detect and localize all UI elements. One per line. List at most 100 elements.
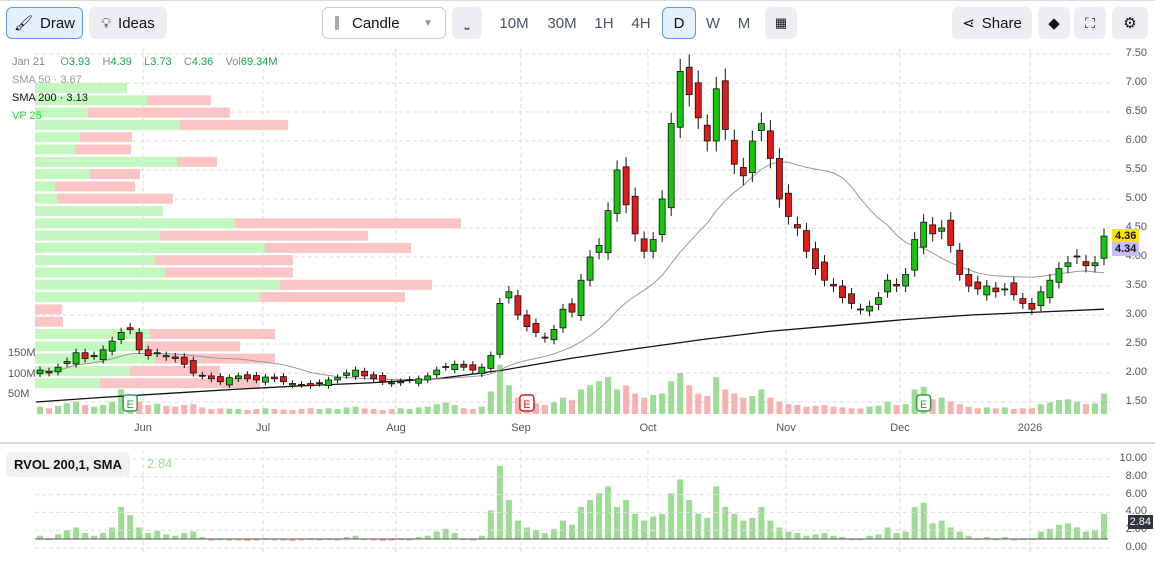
rvol-title[interactable]: RVOL 200,1, SMA [6,452,130,477]
legend-high: 4.39 [110,56,132,68]
rvol-bar [190,531,197,539]
volume-bar [505,385,512,414]
volume-bar [767,397,774,414]
volume-bar [1064,399,1071,414]
rvol-bar [884,527,891,539]
candle [108,340,116,352]
candle [180,356,188,365]
vp-bar-down [235,218,461,229]
volume-bar [217,408,224,414]
rvol-bar [731,513,738,539]
price-chart[interactable]: EEE [0,0,1155,565]
tab-timeframe-10m[interactable]: 10M [497,7,531,39]
price-axis-label: 2.00 [1125,366,1147,378]
candle [812,248,819,270]
volume-bar [641,397,648,414]
candle [721,80,729,130]
rvol-bar [433,531,440,539]
volume-bar [478,406,485,414]
tab-timeframe-w[interactable]: W [696,7,730,39]
tab-timeframe-1h[interactable]: 1H [587,7,621,39]
volume-bar [614,389,621,414]
volume-bar [686,385,693,414]
volume-bar [623,385,630,414]
candle [622,166,630,206]
candle [938,227,946,232]
rvol-axis-label: 8.00 [1125,469,1147,482]
vp-bar-down [90,169,140,180]
rvol-bar [659,513,666,539]
candle [1100,235,1108,259]
rvol-bar [73,527,80,539]
volume-bar [163,405,170,414]
volume-bar [974,408,981,414]
candle [469,364,477,371]
legend-low: 3.73 [150,56,172,68]
volume-axis-label: 100M [8,367,36,380]
vp-bar-up [35,119,180,130]
earnings-marker-label: E [523,399,530,411]
rvol-bar [749,517,756,539]
sma200-legend[interactable]: SMA 200 · 3.13 [12,92,88,104]
volume-bar [397,408,404,414]
candle [1019,298,1027,304]
volume-bar [181,404,188,414]
tab-timeframe-m[interactable]: M [727,7,761,39]
rvol-bar [82,532,89,539]
vp-label: VP 25 [12,110,42,122]
candle [162,355,170,358]
price-axis-label: 6.00 [1125,134,1147,146]
rvol-bar [55,534,62,539]
earnings-marker-label: E [920,399,927,411]
volume-bar [893,404,900,414]
rvol-bar [650,516,657,539]
candle [126,327,134,330]
tab-timeframe-4h[interactable]: 4H [624,7,658,39]
rvol-bar [920,502,927,539]
volume-bar [785,404,792,414]
volume-bar [947,401,954,414]
rvol-value: 2.84 [147,456,173,471]
candle [1082,261,1090,267]
tab-timeframe-30m[interactable]: 30M [545,7,579,39]
rvol-bar [614,506,621,539]
volume-bar [361,408,368,414]
rvol-bar [541,532,548,539]
candle [153,352,161,355]
candle [514,295,522,316]
volume-bar [298,409,305,414]
candle [1055,268,1063,283]
candle [649,239,657,252]
volume-bar [100,404,107,414]
candle [361,370,369,377]
legend-o-label: O [60,56,69,68]
rvol-bar [100,532,107,539]
vp-bar-down [100,378,260,389]
candle [343,372,350,376]
price-axis-label: 7.00 [1125,76,1147,88]
vp-legend[interactable]: VP 25 [12,110,42,122]
vp-bar-down [80,132,132,143]
candle [1064,262,1072,267]
candle [703,124,711,142]
candle [893,283,901,287]
vp-bar-down [260,292,405,303]
volume-bar [740,397,747,414]
volume-bar [289,409,296,414]
candle [830,283,837,287]
rvol-bar [145,532,152,539]
volume-bar [1001,407,1008,414]
sma50-legend[interactable]: SMA 50 · 3.67 [12,74,82,86]
price-axis-label: 5.00 [1125,192,1147,204]
candle [947,219,955,246]
tab-timeframe-d[interactable]: D [662,7,696,39]
candle [929,224,937,235]
time-axis-label: Jun [134,422,152,434]
volume-bar [1101,393,1107,414]
volume-bar [199,407,206,414]
volume-bar [37,406,43,414]
vp-bar-down [57,193,173,204]
candle [406,379,414,381]
candle [866,305,873,312]
rvol-bar [136,527,143,539]
